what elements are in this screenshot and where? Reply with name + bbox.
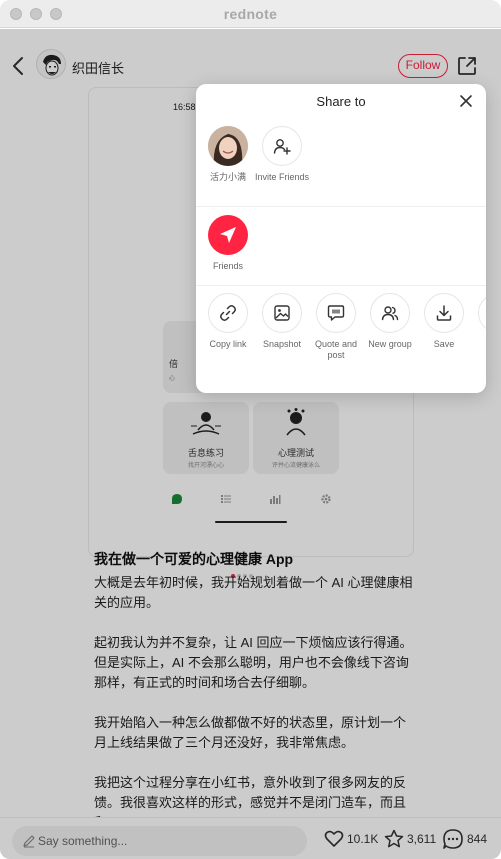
quote-and-post-item[interactable]: Quote and post — [308, 293, 364, 361]
contact-label: 活力小满 — [209, 172, 246, 182]
snapshot-label: Snapshot — [262, 339, 302, 349]
quote-and-post-label: Quote and post — [314, 339, 358, 360]
new-group-label: New group — [368, 339, 412, 349]
snapshot-item[interactable]: Snapshot — [254, 293, 310, 350]
copy-link-button[interactable] — [208, 293, 248, 333]
more-share-button[interactable] — [478, 293, 486, 333]
contact-avatar — [208, 126, 248, 166]
sheet-divider — [196, 206, 486, 207]
more-share-item[interactable] — [470, 293, 486, 333]
download-icon — [436, 305, 452, 321]
window-title: rednote — [223, 6, 278, 22]
add-person-icon — [273, 139, 291, 155]
link-icon — [220, 305, 236, 321]
save-item[interactable]: Save — [416, 293, 472, 350]
share-sheet: Share to 活力小满 Invite Friends Friends Cop… — [196, 84, 486, 393]
new-group-button[interactable] — [370, 293, 410, 333]
save-label: Save — [433, 339, 455, 349]
share-sheet-title: Share to — [316, 94, 366, 109]
snapshot-button[interactable] — [262, 293, 302, 333]
group-icon — [381, 306, 399, 321]
save-button[interactable] — [424, 293, 464, 333]
friends-button[interactable] — [208, 215, 248, 255]
contact-photo-icon — [208, 126, 248, 166]
quote-and-post-button[interactable] — [316, 293, 356, 333]
share-contact-item[interactable]: 活力小满 — [200, 126, 256, 183]
new-group-item[interactable]: New group — [362, 293, 418, 350]
share-to-friends-item[interactable]: Friends — [200, 215, 256, 272]
invite-friends-item[interactable]: Invite Friends — [254, 126, 310, 183]
invite-friends-label: Invite Friends — [254, 172, 310, 182]
invite-friends-button[interactable] — [262, 126, 302, 166]
friends-label: Friends — [212, 261, 243, 271]
image-icon — [274, 305, 290, 321]
close-icon[interactable] — [458, 93, 474, 109]
copy-link-label: Copy link — [209, 339, 247, 349]
sheet-divider — [196, 285, 486, 286]
quote-icon — [327, 305, 345, 321]
title-bar: rednote — [0, 0, 501, 28]
copy-link-item[interactable]: Copy link — [200, 293, 256, 350]
send-icon — [220, 227, 236, 243]
app-window: rednote 织田信长 Follow 16:58 倍 心 舌息练习 找开河漂心… — [0, 0, 501, 859]
